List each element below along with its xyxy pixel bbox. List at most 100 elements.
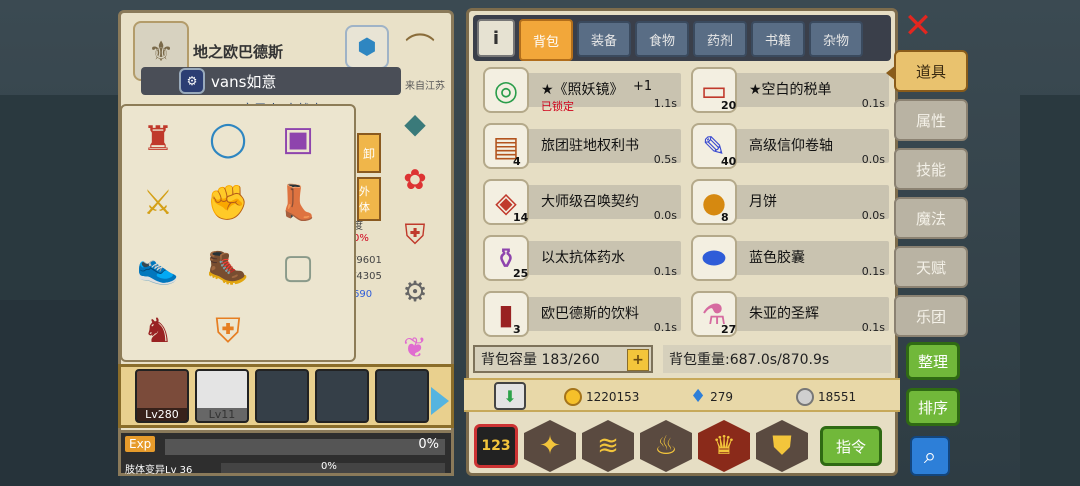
capsule-icon: ⬬ (691, 235, 737, 281)
item-count: 20 (721, 99, 737, 112)
helmet-gold-icon[interactable]: ♜ (132, 114, 184, 164)
item-count: 40 (721, 155, 737, 168)
exp-label: Exp (125, 436, 156, 452)
item-name: ★空白的税单 (749, 82, 832, 98)
arrange-button[interactable]: 整理 (906, 342, 960, 380)
flame-skill-icon[interactable]: ♨ (640, 420, 692, 472)
item-name: 以太抗体药水 (541, 250, 625, 266)
inventory-item[interactable]: ● 8 月饼 0.0s (691, 179, 891, 227)
unequip-tab[interactable]: 卸 (357, 133, 381, 173)
equipment-side-column: ◆ ✿ ⛨ ⚙ ❦ (391, 99, 447, 379)
party-slot[interactable]: Lv280 (135, 369, 189, 423)
weight-box: 背包重量:687.0s/870.9s (663, 345, 891, 373)
nav-magic[interactable]: 魔法 (894, 197, 968, 239)
tab-books[interactable]: 书籍 (751, 21, 805, 57)
item-count: 25 (513, 267, 529, 280)
skill-bar: 123 ✦ ≋ ♨ ♛ ⛊ 指令 (474, 416, 894, 476)
tab-food[interactable]: 食物 (635, 21, 689, 57)
side-nav: 道具 属性 技能 魔法 天赋 乐团 (886, 50, 970, 344)
currency-bar: ⬇ 1220153 ♦ 279 18551 (464, 378, 900, 412)
red-armor-icon[interactable]: ⛨ (391, 211, 439, 259)
capacity-label: 背包容量 183/260 (481, 352, 600, 368)
inventory-item[interactable]: ◈ 14 大师级召唤契约 0.0s (483, 179, 683, 227)
flame-boots-icon[interactable]: 🥾 (202, 242, 254, 292)
background-wall-right (1020, 95, 1080, 486)
inventory-item[interactable]: ⚗ 27 朱亚的圣辉 0.1s (691, 291, 891, 339)
item-plus: +1 (633, 79, 653, 94)
nav-attributes[interactable]: 属性 (894, 99, 968, 141)
capacity-box: 背包容量 183/260 + (473, 345, 653, 373)
crystal-shield-icon[interactable]: ◆ (391, 99, 439, 147)
inventory-item[interactable]: ▭ 20 ★空白的税单 0.1s (691, 67, 891, 115)
item-time: 0.1s (653, 265, 677, 278)
sort-button[interactable]: 排序 (906, 388, 960, 426)
nav-items[interactable]: 道具 (886, 50, 968, 92)
inventory-item[interactable]: ▮ 3 欧巴德斯的饮料 0.1s (483, 291, 683, 339)
nav-band[interactable]: 乐团 (894, 295, 968, 337)
sneaker-icon[interactable]: 👟 (132, 242, 184, 292)
exp-percent: 0% (418, 437, 439, 452)
item-time: 0.1s (861, 265, 885, 278)
inventory-item[interactable]: ◎ ★《照妖镜》 +1 已锁定 1.1s (483, 67, 683, 115)
slash-skill-icon[interactable]: ✦ (524, 420, 576, 472)
expand-capacity-icon[interactable]: + (627, 349, 649, 371)
flower-accessory-icon[interactable]: ✿ (391, 155, 439, 203)
weight-label: 背包重量:687.0s/870.9s (669, 352, 830, 368)
item-name: 蓝色胶囊 (749, 250, 805, 266)
inventory-item[interactable]: ▤ 4 旅团驻地权利书 0.5s (483, 123, 683, 171)
party-slot-empty[interactable] (375, 369, 429, 423)
item-time: 0.1s (861, 321, 885, 334)
party-next-arrow-icon[interactable] (431, 387, 449, 415)
silver-amount: 18551 (818, 390, 857, 404)
inventory-tabs: i 背包 装备 食物 药剂 书籍 杂物 (473, 15, 891, 61)
tab-equipment[interactable]: 装备 (577, 21, 631, 57)
tab-misc[interactable]: 杂物 (809, 21, 863, 57)
tab-backpack[interactable]: 背包 (519, 19, 573, 61)
inventory-item[interactable]: ⬬ 蓝色胶囊 0.1s (691, 235, 891, 283)
command-button[interactable]: 指令 (820, 426, 882, 466)
item-name: 月饼 (749, 194, 777, 210)
teleport-icon[interactable]: ⬢ (345, 25, 389, 69)
wave-skill-icon[interactable]: ≋ (582, 420, 634, 472)
appearance-tab[interactable]: 外体 (357, 177, 381, 221)
empty-slot-icon[interactable]: ▢ (272, 242, 324, 292)
gold-amount: 1220153 (586, 390, 640, 404)
inventory-item[interactable]: ⚱ 25 以太抗体药水 0.1s (483, 235, 683, 283)
dragon-skill-icon[interactable]: ♛ (698, 420, 750, 472)
party-slot-empty[interactable] (315, 369, 369, 423)
player-class-icon: ⚙ (179, 68, 205, 94)
gold-currency: 1220153 (564, 388, 639, 406)
inventory-item[interactable]: ✎ 40 高级信仰卷轴 0.0s (691, 123, 891, 171)
player-name-bar: ⚙ vans如意 (141, 67, 401, 95)
inventory-list: ◎ ★《照妖镜》 +1 已锁定 1.1s ▭ 20 ★空白的税单 0.1s ▤ … (483, 67, 893, 339)
party-slot-level: Lv280 (137, 408, 187, 421)
player-origin: 来自江苏 (405, 81, 445, 92)
stat-mp: /4305 (353, 271, 382, 282)
ring-blue-icon[interactable]: ◯ (202, 114, 254, 164)
amulet-purple-icon[interactable]: ▣ (272, 114, 324, 164)
tab-potion[interactable]: 药剂 (693, 21, 747, 57)
demon-helm-icon[interactable]: ♞ (132, 306, 184, 356)
diamond-currency: ♦ 279 (690, 388, 733, 406)
silver-currency: 18551 (796, 388, 856, 406)
nav-talent[interactable]: 天赋 (894, 246, 968, 288)
item-time: 0.1s (861, 97, 885, 110)
party-slot[interactable]: Lv11 (195, 369, 249, 423)
wardrobe-hanger-icon[interactable]: ⌒ (397, 23, 443, 69)
gold-armor-icon[interactable]: ⚔ (132, 178, 184, 228)
search-icon[interactable]: ⌕ (910, 436, 950, 476)
info-icon[interactable]: i (477, 19, 515, 57)
mech-weapon-icon[interactable]: ⚙ (391, 267, 439, 315)
gauntlet-icon[interactable]: ✊ (202, 178, 254, 228)
gold-chest-icon[interactable]: ⛨ (202, 306, 254, 356)
party-slot-empty[interactable] (255, 369, 309, 423)
mooncake-icon: ● (691, 179, 737, 225)
nav-skills[interactable]: 技能 (894, 148, 968, 190)
item-lock-status: 已锁定 (541, 100, 574, 113)
shield-skill-icon[interactable]: ⛊ (756, 420, 808, 472)
item-count: 3 (513, 323, 521, 336)
close-icon[interactable]: ✕ (902, 6, 934, 46)
red-boots-icon[interactable]: 👢 (272, 178, 324, 228)
download-icon[interactable]: ⬇ (494, 382, 526, 410)
sequence-order-icon[interactable]: 123 (474, 424, 518, 468)
